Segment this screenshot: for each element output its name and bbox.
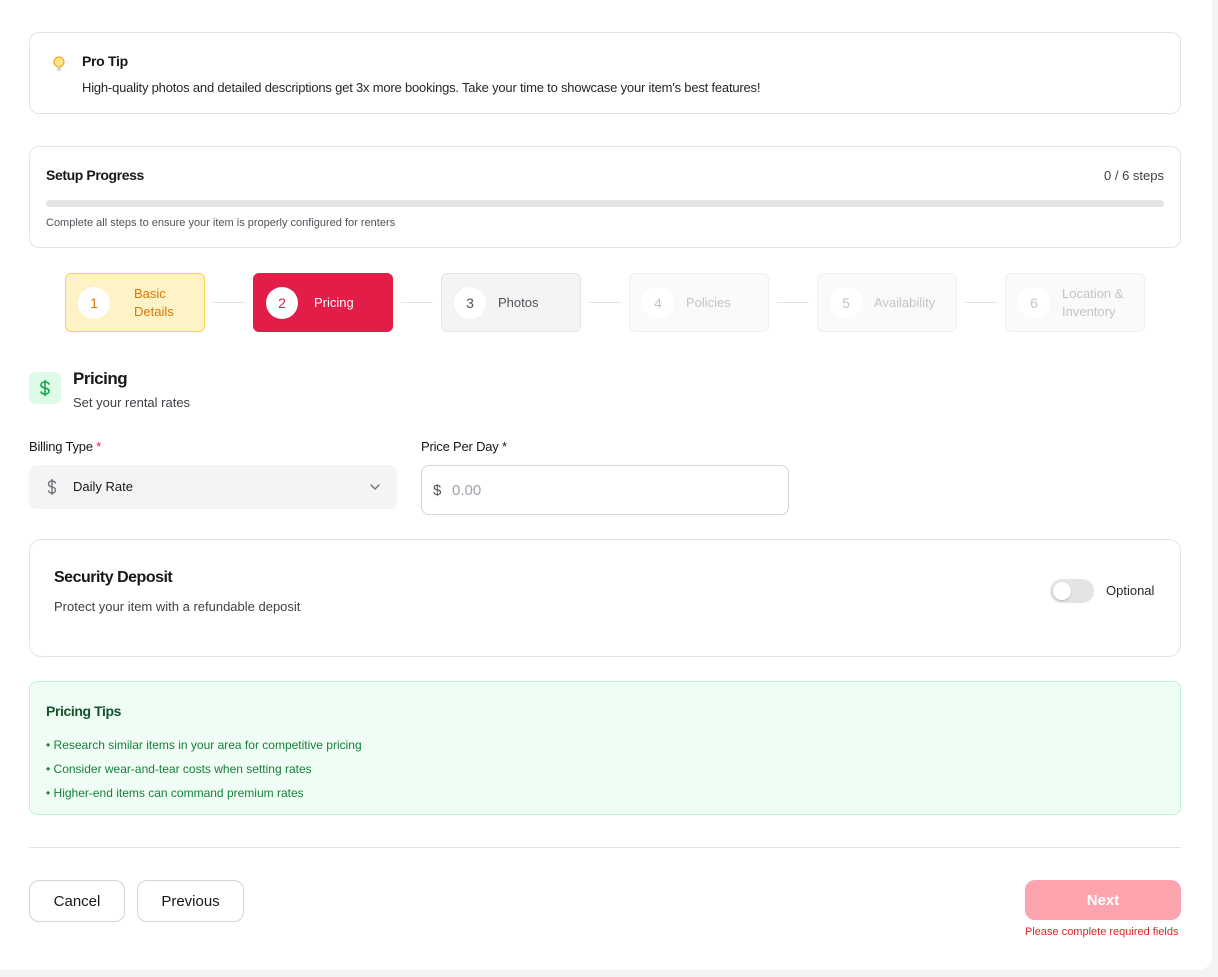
- tip-item: • Higher-end items can command premium r…: [46, 786, 304, 800]
- step-label: Availability: [874, 294, 936, 310]
- step-label: Policies: [686, 294, 731, 310]
- chevron-down-icon: [370, 484, 380, 490]
- footer-divider: [29, 847, 1181, 848]
- step-number: 2: [266, 286, 298, 319]
- billing-type-label-text: Billing Type: [29, 439, 93, 454]
- step-number: 5: [830, 286, 862, 319]
- progress-title: Setup Progress: [46, 167, 144, 183]
- tip-item: • Research similar items in your area fo…: [46, 738, 362, 752]
- step-label: Location & Inventory: [1062, 285, 1124, 319]
- pricing-tips-card: Pricing Tips • Research similar items in…: [29, 681, 1181, 815]
- next-button[interactable]: Next: [1025, 880, 1181, 920]
- step-number: 6: [1018, 286, 1050, 319]
- step-connector: [777, 302, 809, 303]
- tips-list: • Research similar items in your area fo…: [46, 733, 362, 805]
- lightbulb-icon: [53, 56, 65, 71]
- step-connector: [965, 302, 997, 303]
- setup-progress-card: Setup Progress 0 / 6 steps Complete all …: [29, 146, 1181, 248]
- step-label: Pricing: [314, 294, 354, 310]
- cancel-button[interactable]: Cancel: [29, 880, 125, 922]
- step-connector: [213, 302, 245, 303]
- price-per-day-input[interactable]: [452, 474, 772, 506]
- step-connector: [401, 302, 433, 303]
- step-connector: [589, 302, 621, 303]
- price-per-day-label: Price Per Day *: [421, 439, 507, 454]
- progress-count: 0 / 6 steps: [1104, 168, 1164, 183]
- security-deposit-card: Security Deposit Protect your item with …: [29, 539, 1181, 657]
- step-policies[interactable]: 4 Policies: [629, 273, 769, 332]
- step-label: Basic Details: [134, 285, 174, 319]
- step-location-inventory[interactable]: 6 Location & Inventory: [1005, 273, 1145, 332]
- validation-error: Please complete required fields: [1025, 926, 1179, 938]
- pro-tip-card: Pro Tip High-quality photos and detailed…: [29, 32, 1181, 114]
- section-subtitle: Set your rental rates: [73, 395, 191, 410]
- step-label: Photos: [498, 294, 539, 310]
- step-number: 3: [454, 286, 486, 319]
- dollar-icon: [29, 372, 61, 404]
- pro-tip-text: High-quality photos and detailed descrip…: [82, 80, 761, 95]
- section-title: Pricing: [73, 369, 128, 388]
- tips-title: Pricing Tips: [46, 703, 122, 719]
- step-pricing[interactable]: 2 Pricing: [253, 273, 393, 332]
- toggle-knob: [1053, 582, 1071, 600]
- progress-note: Complete all steps to ensure your item i…: [46, 217, 396, 229]
- billing-type-value: Daily Rate: [73, 479, 133, 494]
- pro-tip-title: Pro Tip: [82, 53, 128, 69]
- step-number: 1: [78, 286, 110, 319]
- toggle-label: Optional: [1106, 583, 1155, 598]
- step-number: 4: [642, 286, 674, 319]
- step-availability[interactable]: 5 Availability: [817, 273, 957, 332]
- price-field: $: [421, 465, 789, 515]
- deposit-title: Security Deposit: [54, 569, 173, 586]
- dollar-icon: [47, 479, 57, 495]
- step-photos[interactable]: 3 Photos: [441, 273, 581, 332]
- listing-setup-page: Pro Tip High-quality photos and detailed…: [0, 0, 1212, 970]
- progress-bar: [46, 200, 1164, 207]
- billing-type-label: Billing Type *: [29, 439, 101, 454]
- step-basic-details[interactable]: 1 Basic Details: [65, 273, 205, 332]
- security-deposit-toggle[interactable]: [1050, 579, 1094, 603]
- previous-button[interactable]: Previous: [137, 880, 244, 922]
- tip-item: • Consider wear-and-tear costs when sett…: [46, 762, 312, 776]
- currency-symbol: $: [433, 482, 442, 499]
- billing-type-select[interactable]: Daily Rate: [29, 465, 397, 509]
- required-mark: *: [96, 439, 102, 454]
- deposit-subtitle: Protect your item with a refundable depo…: [54, 599, 301, 614]
